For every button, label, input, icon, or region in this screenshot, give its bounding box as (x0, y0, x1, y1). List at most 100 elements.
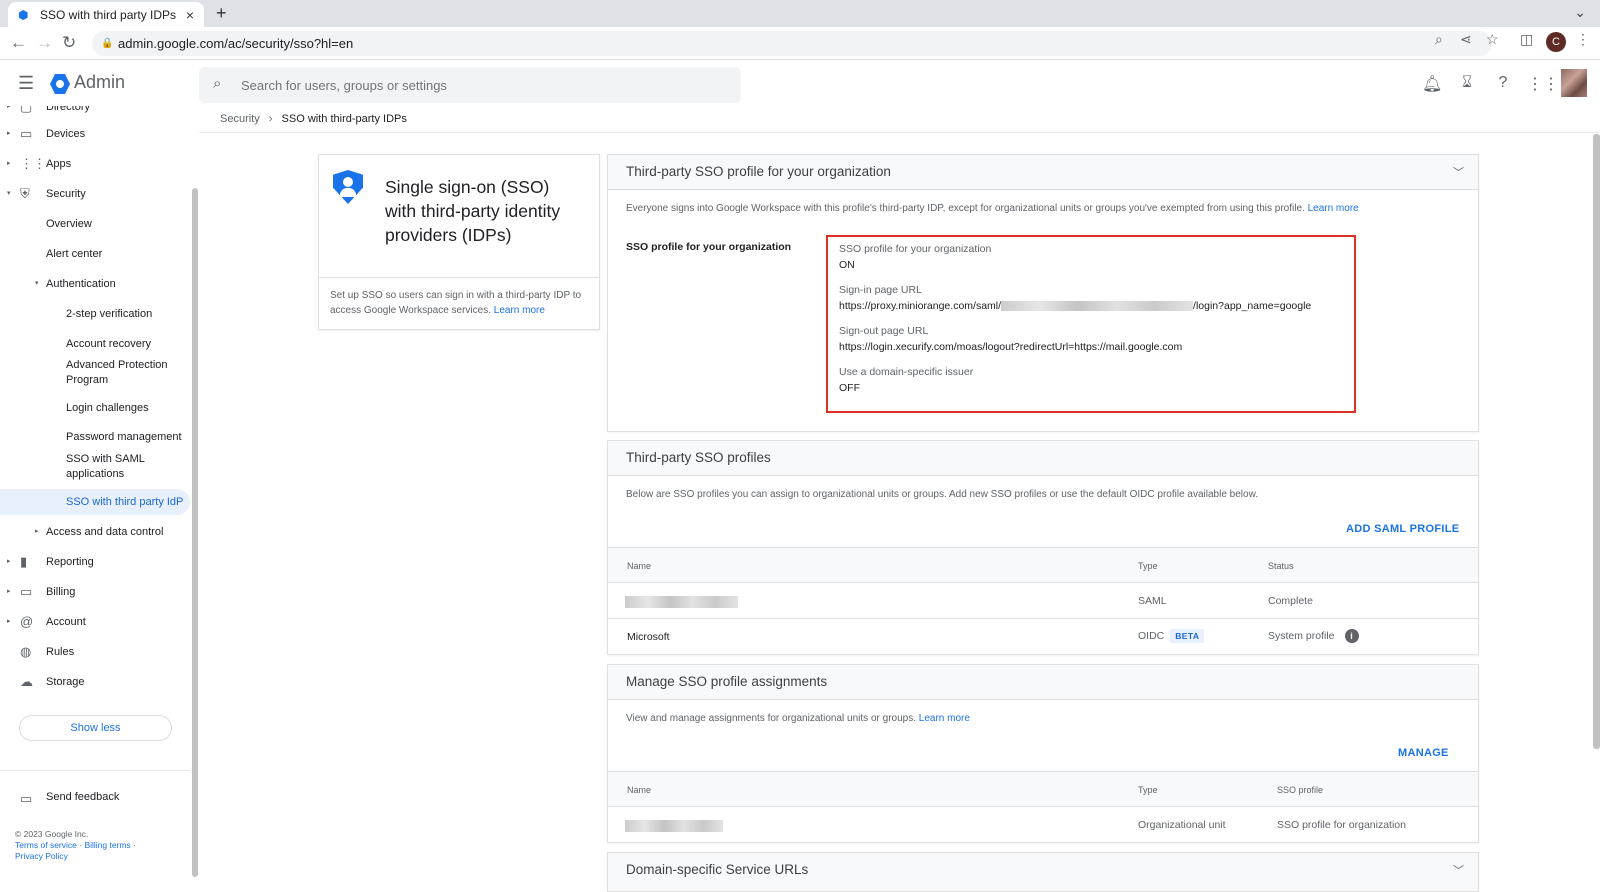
address-bar[interactable]: 🔒 admin.google.com/ac/security/sso?hl=en (92, 31, 1492, 56)
redacted-text (1001, 301, 1194, 312)
help-icon[interactable]: ? (1493, 74, 1513, 92)
breadcrumb-current: SSO with third-party IDPs (281, 113, 407, 125)
expand-arrow-icon: ▸ (7, 160, 11, 167)
profile-status: System profile i (1268, 629, 1359, 643)
close-tab-icon[interactable]: × (186, 7, 194, 23)
sidebar-item-advanced-protection[interactable]: Advanced Protection Program (0, 358, 190, 388)
privacy-link[interactable]: Privacy Policy (15, 851, 68, 861)
back-icon[interactable]: ← (10, 33, 27, 53)
sidebar-item-overview[interactable]: Overview (0, 211, 190, 237)
signout-url-value: https://login.xecurify.com/moas/logout?r… (839, 341, 1183, 353)
column-name: Name (627, 785, 652, 795)
sidebar-item-account[interactable]: ▸ @ Account (0, 609, 190, 635)
billing-terms-link[interactable]: Billing terms (84, 840, 130, 850)
sso-enabled-value: ON (839, 259, 855, 271)
sso-assignments-header: Manage SSO profile assignments (608, 665, 1478, 700)
main-menu-icon[interactable]: ☰ (18, 73, 34, 94)
domain-service-urls-panel: Domain-specific Service URLs ﹀ (607, 852, 1479, 892)
panel-title: Manage SSO profile assignments (626, 674, 828, 689)
breadcrumb: Security › SSO with third-party IDPs (220, 113, 407, 125)
sidebar-item-password-management[interactable]: Password management (0, 424, 190, 450)
org-sso-profile-header[interactable]: Third-party SSO profile for your organiz… (608, 155, 1478, 190)
sidebar-item-sso-saml[interactable]: SSO with SAML applications (0, 452, 190, 482)
admin-logo-icon[interactable] (50, 74, 70, 94)
assignments-description: View and manage assignments for organiza… (626, 713, 970, 724)
manage-button[interactable]: MANAGE (1398, 747, 1449, 759)
org-profile-description: Everyone signs into Google Workspace wit… (626, 203, 1359, 214)
add-saml-profile-button[interactable]: ADD SAML PROFILE (1346, 523, 1459, 535)
zoom-icon[interactable]: ⌕ (1435, 31, 1443, 48)
sidebar-item-directory[interactable]: ▸ ▢ Directory (0, 106, 190, 120)
profile-status: Complete (1268, 595, 1313, 607)
sidebar-item-alert-center[interactable]: Alert center (0, 241, 190, 267)
sidebar-item-authentication[interactable]: ▾ Authentication (0, 271, 190, 297)
sidebar-item-billing[interactable]: ▸ ▭ Billing (0, 579, 190, 605)
tab-search-chevron-icon[interactable]: ⌄ (1574, 4, 1586, 21)
org-profile-settings-box[interactable]: SSO profile for your organization ON Sig… (826, 235, 1356, 413)
chevron-down-icon[interactable]: ﹀ (1453, 862, 1464, 878)
beta-badge: BETA (1170, 629, 1205, 643)
org-sso-profile-panel: Third-party SSO profile for your organiz… (607, 154, 1479, 432)
browser-menu-icon[interactable]: ⋮ (1576, 31, 1590, 48)
sso-enabled-label: SSO profile for your organization (839, 243, 992, 255)
send-feedback-link[interactable]: ▭ Send feedback (20, 791, 119, 807)
notifications-bell-icon[interactable]: 🔔︎ (1422, 74, 1442, 94)
bookmark-star-icon[interactable]: ☆ (1486, 31, 1499, 48)
main-scrollbar[interactable] (1593, 134, 1600, 749)
column-name: Name (627, 561, 652, 571)
browser-tab-bar: ⬢ SSO with third party IDPs × + ⌄ (0, 0, 1600, 27)
sidebar-item-account-recovery[interactable]: Account recovery (0, 331, 190, 357)
breadcrumb-security[interactable]: Security (220, 113, 260, 125)
sidebar-item-devices[interactable]: ▸ ▭ Devices (0, 121, 190, 147)
search-input[interactable] (241, 67, 721, 103)
intro-learn-more-link[interactable]: Learn more (494, 305, 545, 316)
sidebar-item-rules[interactable]: ◍ Rules (0, 639, 190, 665)
app-name[interactable]: Admin (74, 72, 125, 93)
side-panel-icon[interactable]: ◫ (1520, 31, 1533, 48)
sidebar-item-reporting[interactable]: ▸ ▮ Reporting (0, 549, 190, 575)
sidebar-item-login-challenges[interactable]: Login challenges (0, 395, 190, 421)
at-sign-icon: @ (20, 614, 34, 629)
browser-profile-avatar[interactable]: C (1546, 32, 1566, 52)
sso-profiles-header: Third-party SSO profiles (608, 441, 1478, 476)
assignments-learn-more-link[interactable]: Learn more (919, 713, 970, 724)
show-less-button[interactable]: Show less (19, 715, 172, 741)
column-type: Type (1138, 561, 1158, 571)
sidebar-item-storage[interactable]: ☁︎ Storage (0, 669, 190, 695)
table-row[interactable]: SAML Complete (608, 583, 1478, 619)
forward-icon[interactable]: → (36, 33, 53, 53)
sidebar-item-2sv[interactable]: 2-step verification (0, 301, 190, 327)
redacted-profile-name (625, 596, 738, 608)
reload-icon[interactable]: ↻ (62, 33, 76, 53)
sidebar-item-apps[interactable]: ▸ ⋮⋮ Apps (0, 151, 190, 177)
sidebar-item-security[interactable]: ▾ ⛨ Security (0, 181, 190, 207)
sidebar-scrollbar[interactable] (192, 188, 198, 877)
tasks-hourglass-icon[interactable]: ⌛︎ (1457, 74, 1477, 92)
domain-service-urls-header[interactable]: Domain-specific Service URLs ﹀ (608, 853, 1478, 891)
signout-url-label: Sign-out page URL (839, 325, 929, 337)
credit-card-icon: ▭ (20, 584, 33, 599)
new-tab-icon[interactable]: + (216, 3, 227, 24)
directory-icon: ▢ (20, 106, 33, 114)
terms-link[interactable]: Terms of service (15, 840, 77, 850)
search-bar[interactable]: ⌕ (199, 67, 741, 103)
sso-assignments-panel: Manage SSO profile assignments View and … (607, 664, 1479, 843)
table-row[interactable]: Organizational unit SSO profile for orga… (608, 807, 1478, 843)
account-avatar[interactable] (1561, 69, 1587, 97)
sidebar-item-access-data-control[interactable]: ▸ Access and data control (0, 519, 190, 545)
lock-icon: 🔒 (101, 38, 114, 49)
chevron-down-icon[interactable]: ﹀ (1453, 164, 1464, 180)
breadcrumb-separator-icon: › (268, 113, 273, 125)
apps-grid-icon[interactable]: ⋮⋮ (1527, 74, 1559, 94)
sidebar: ▸ ▢ Directory ▸ ▭ Devices ▸ ⋮⋮ Apps ▾ ⛨ Security… (0, 106, 198, 877)
intro-description: Set up SSO so users can sign in with a t… (330, 290, 582, 316)
info-icon[interactable]: i (1344, 629, 1359, 643)
profile-type: OIDC BETA (1138, 629, 1205, 643)
sidebar-item-sso-third-party[interactable]: SSO with third party IdP (0, 489, 190, 515)
browser-tab[interactable]: ⬢ SSO with third party IDPs × (8, 2, 204, 27)
sso-profiles-panel: Third-party SSO profiles Below are SSO p… (607, 440, 1479, 655)
org-profile-learn-more-link[interactable]: Learn more (1308, 203, 1359, 214)
table-row[interactable]: Microsoft OIDC BETA System profile i (608, 619, 1478, 655)
share-icon[interactable]: ⋖ (1460, 31, 1472, 48)
expand-arrow-icon: ▸ (7, 618, 11, 625)
